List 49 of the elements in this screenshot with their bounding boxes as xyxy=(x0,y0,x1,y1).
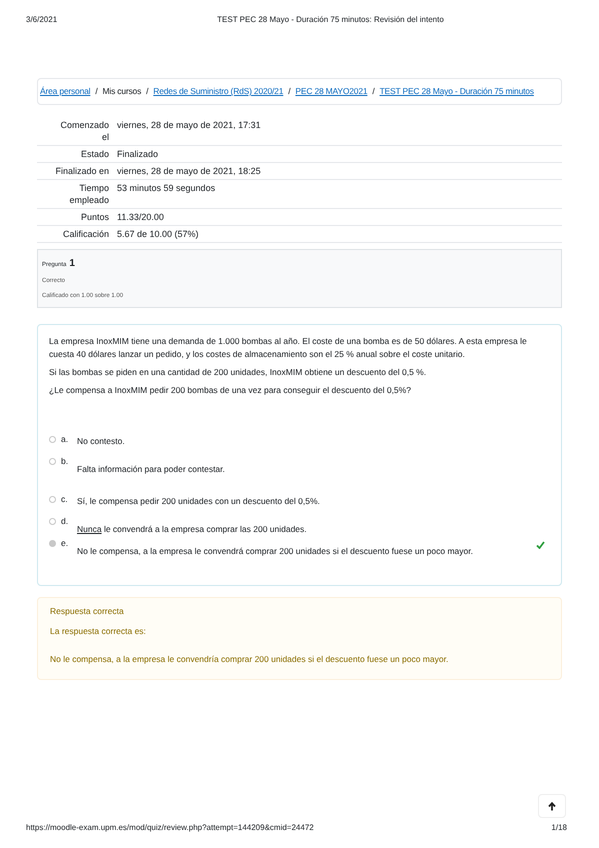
summary-label: Comenzado el xyxy=(59,118,110,143)
radio-button[interactable] xyxy=(49,436,56,443)
summary-value: viernes, 28 de mayo de 2021, 18:25 xyxy=(117,164,261,177)
breadcrumb-link[interactable]: Área personal xyxy=(40,85,90,98)
print-title: TEST PEC 28 Mayo - Duración 75 minutos: Revisión del intento xyxy=(217,14,444,26)
question-text: La empresa InoxMIM tiene una demanda de 1.000 bombas al año. El coste de una bomba es de 50 dólares. A esta empresa le cuesta 40 dólares lanzar un pedido, y los costes de almacenamiento son el 25 % anual sobre el coste unitario. xyxy=(49,334,528,361)
option-letter: b. xyxy=(61,456,70,466)
breadcrumb-link[interactable]: PEC 28 MAYO2021 xyxy=(295,85,368,98)
option-letter: e. xyxy=(61,538,70,548)
print-date: 3/6/2021 xyxy=(26,14,58,26)
summary-value: 53 minutos 59 segundos xyxy=(117,182,216,195)
breadcrumb-link[interactable]: Redes de Suministro (RdS) 2020/21 xyxy=(153,85,284,98)
option-letter: c. xyxy=(61,494,69,504)
radio-button[interactable] xyxy=(49,496,56,503)
radio-button[interactable] xyxy=(49,458,56,465)
option-letter: a. xyxy=(61,434,70,444)
radio-button[interactable] xyxy=(49,540,56,547)
breadcrumb-separator: / xyxy=(95,85,98,98)
radio-button[interactable] xyxy=(49,518,56,525)
page-number: 1/18 xyxy=(551,822,568,834)
breadcrumb-separator: / xyxy=(288,85,290,98)
option-text[interactable]: No contesto. xyxy=(77,434,530,448)
option-text[interactable]: Sí, le compensa pedir 200 unidades con un descuento del 0,5%. xyxy=(77,494,530,508)
feedback-intro: La respuesta correcta es: xyxy=(50,624,147,638)
summary-label: Puntos xyxy=(80,210,110,223)
feedback-title: Respuesta correcta xyxy=(50,604,125,618)
summary-value: Finalizado xyxy=(117,148,158,160)
summary-value: 11.33/20.00 xyxy=(117,210,164,223)
feedback-answer: No le compensa, a la empresa le convendría comprar 200 unidades si el descuento fuese un poco mayor. xyxy=(50,653,450,666)
breadcrumb-separator: / xyxy=(146,85,148,98)
question-text: Si las bombas se piden en una cantidad de 200 unidades, InoxMIM obtiene un descuento del 0,5 %. xyxy=(49,366,428,379)
up-arrow-icon xyxy=(548,802,556,810)
summary-label: Estado xyxy=(80,148,110,160)
breadcrumb-separator: / xyxy=(372,85,375,98)
summary-value: viernes, 28 de mayo de 2021, 17:31 xyxy=(117,118,261,132)
option-text[interactable]: Nunca le convendrá a la empresa comprar las 200 unidades. xyxy=(77,522,530,536)
option-text[interactable]: No le compensa, a la empresa le convendrá comprar 200 unidades si el descuento fuese un poco mayor. xyxy=(77,544,530,558)
question-text: ¿Le compensa a InoxMIM pedir 200 bombas de una vez para conseguir el descuento del 0,5%? xyxy=(49,384,412,397)
back-to-top-button[interactable] xyxy=(538,794,566,818)
question-number: 1 xyxy=(69,256,75,271)
option-letter: d. xyxy=(61,516,70,526)
summary-label: Finalizado en xyxy=(54,164,110,177)
option-text[interactable]: Falta información para poder contestar. xyxy=(77,462,530,476)
summary-value: 5.67 de 10.00 (57%) xyxy=(117,228,199,240)
summary-label: Calificación xyxy=(62,228,110,240)
print-url: https://moodle-exam.upm.es/mod/quiz/review.php?attempt=144209&cmid=24472 xyxy=(26,822,314,834)
breadcrumb-link[interactable]: TEST PEC 28 Mayo - Duración 75 minutos xyxy=(380,85,534,98)
summary-label: Tiempo empleado xyxy=(68,182,110,206)
breadcrumb-text: Mis cursos xyxy=(102,85,142,98)
